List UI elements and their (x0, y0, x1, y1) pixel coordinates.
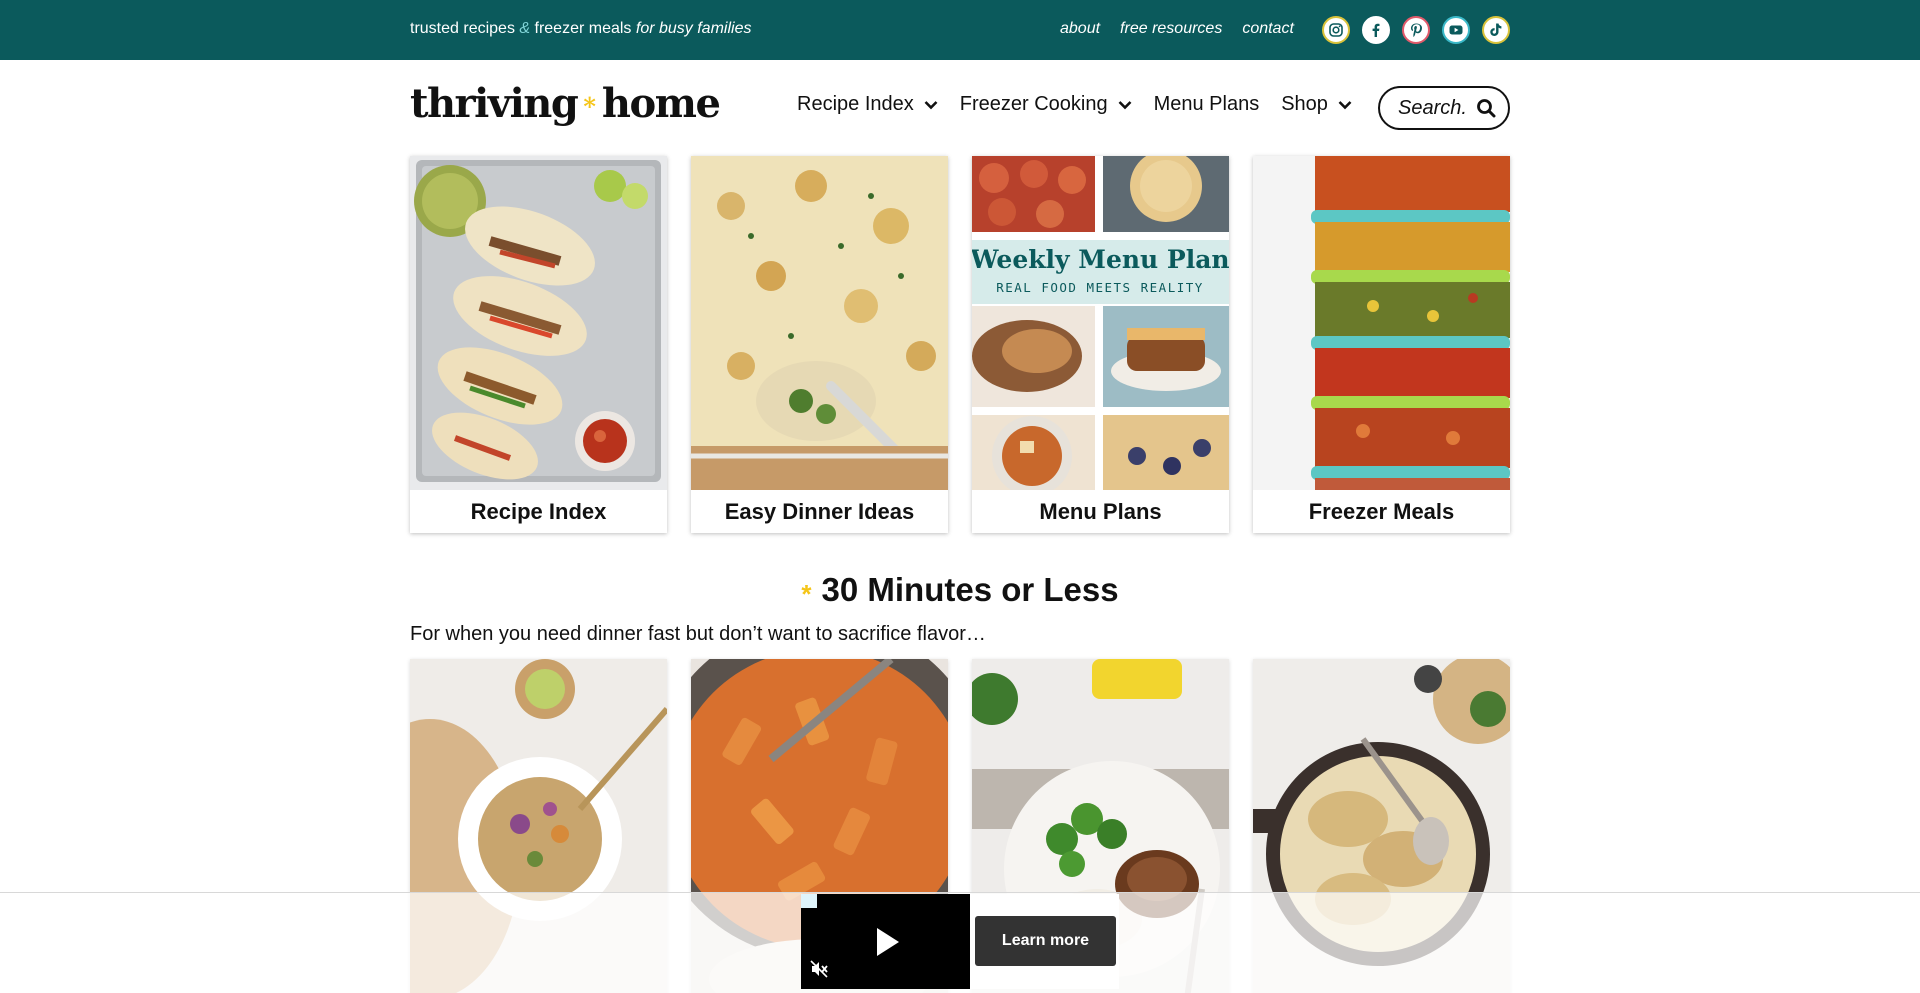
section-description: For when you need dinner fast but don’t … (410, 623, 986, 645)
play-icon[interactable] (877, 928, 899, 956)
youtube-icon[interactable] (1442, 16, 1470, 44)
chevron-down-icon (1338, 100, 1352, 109)
mute-icon[interactable] (809, 959, 829, 979)
category-image (410, 156, 667, 490)
logo-star-icon: * (583, 92, 596, 121)
category-image (691, 156, 948, 490)
pinterest-icon[interactable] (1402, 16, 1430, 44)
nav-shop[interactable]: Shop (1281, 93, 1352, 116)
search-icon[interactable] (1476, 98, 1496, 118)
section-title-text: 30 Minutes or Less (821, 571, 1119, 608)
category-label: Easy Dinner Ideas (724, 498, 915, 524)
top-links: about free resources contact (1060, 20, 1294, 38)
section-title: * 30 Minutes or Less (0, 571, 1920, 609)
site-logo[interactable]: thriving * home (410, 80, 721, 130)
ad-video[interactable] (801, 894, 970, 989)
learn-more-button[interactable]: Learn more (975, 916, 1116, 966)
about-link[interactable]: about (1060, 20, 1100, 38)
category-label: Menu Plans (1039, 498, 1162, 524)
nav-menu-plans[interactable]: Menu Plans (1154, 93, 1260, 116)
video-ad: Learn more (801, 894, 1119, 989)
chevron-down-icon (924, 100, 938, 109)
logo-text-home: home (601, 80, 721, 127)
category-cards: Recipe Index Easy Dinner Ideas Weekly Me… (410, 156, 1510, 533)
search-box (1378, 86, 1510, 130)
logo-text-thriving: thriving (410, 80, 579, 127)
category-image (1253, 156, 1510, 490)
instagram-icon[interactable] (1322, 16, 1350, 44)
category-card-recipe-index[interactable]: Recipe Index (410, 156, 667, 533)
chevron-down-icon (1118, 100, 1132, 109)
search-input[interactable] (1398, 96, 1466, 120)
menu-plan-image-subtitle: REAL FOOD MEETS REALITY (996, 280, 1204, 295)
contact-link[interactable]: contact (1242, 20, 1294, 38)
category-label: Freezer Meals (1308, 498, 1455, 524)
nav-label: Recipe Index (797, 93, 914, 115)
nav-freezer-cooking[interactable]: Freezer Cooking (960, 93, 1132, 116)
social-links (1322, 16, 1510, 44)
nav-label: Freezer Cooking (959, 93, 1108, 115)
category-card-menu-plans[interactable]: Weekly Menu Plan REAL FOOD MEETS REALITY (972, 156, 1229, 533)
category-card-easy-dinner-ideas[interactable]: Easy Dinner Ideas (691, 156, 948, 533)
menu-plan-image-title: Weekly Menu Plan (972, 245, 1229, 274)
nav-recipe-index[interactable]: Recipe Index (797, 93, 938, 116)
facebook-icon[interactable] (1362, 16, 1390, 44)
nav-label: Menu Plans (1153, 93, 1260, 115)
tagline: trusted recipes & freezer meals for busy… (410, 20, 752, 37)
category-image: Weekly Menu Plan REAL FOOD MEETS REALITY (972, 156, 1229, 490)
star-icon: * (801, 579, 812, 609)
top-bar: trusted recipes & freezer meals for busy… (0, 0, 1920, 60)
adchoices-icon[interactable] (801, 894, 817, 908)
free-resources-link[interactable]: free resources (1120, 20, 1222, 38)
main-nav: Recipe Index Freezer Cooking Menu Plans … (797, 93, 1352, 116)
nav-label: Shop (1281, 93, 1328, 115)
category-card-freezer-meals[interactable]: Freezer Meals (1253, 156, 1510, 533)
category-label: Recipe Index (470, 498, 607, 524)
tiktok-icon[interactable] (1482, 16, 1510, 44)
